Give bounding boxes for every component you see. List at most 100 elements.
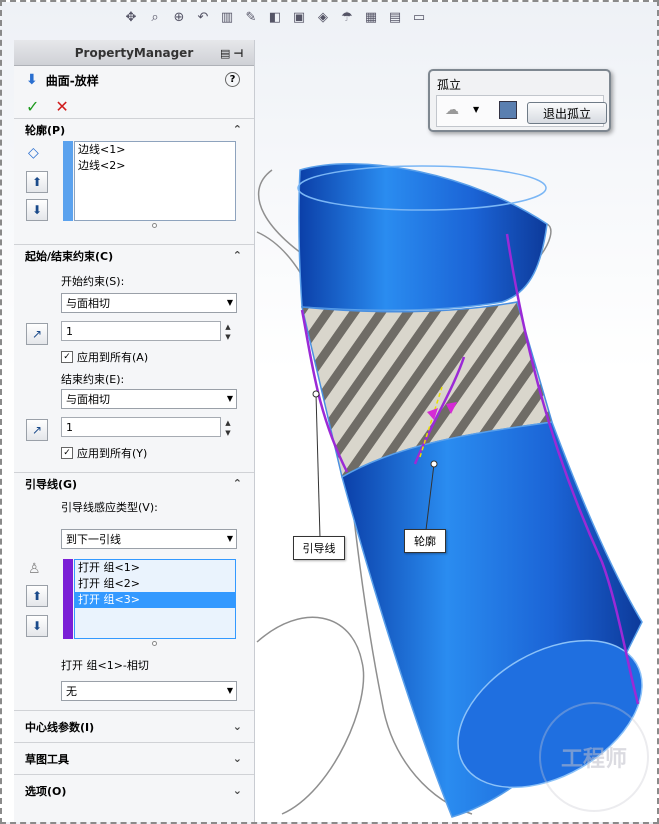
end-amount-field[interactable]: 1 ▲ ▼ bbox=[61, 417, 231, 437]
guide-selection-icon: ♙ bbox=[28, 561, 41, 577]
move-up-button[interactable]: ⬆ bbox=[26, 171, 48, 193]
callout-leader bbox=[315, 393, 321, 539]
profile-callout-label: 轮廓 bbox=[414, 535, 436, 548]
help-icon[interactable]: ? bbox=[225, 72, 240, 87]
start-constraint-select[interactable]: 与面相切 ▼ bbox=[61, 293, 237, 313]
upper-tube[interactable] bbox=[298, 163, 548, 312]
end-constraint-select[interactable]: 与面相切 ▼ bbox=[61, 389, 237, 409]
options-header-label: 选项(O) bbox=[25, 785, 67, 798]
centerline-section: 中心线参数(I) ⌄ bbox=[14, 710, 254, 742]
spinner-icon[interactable]: ▲ ▼ bbox=[222, 322, 234, 342]
guide-callout[interactable]: 引导线 bbox=[293, 536, 345, 560]
profiles-section: 轮廓(P) ⌃ ◇ ⬆ ⬇ 边线<1> 边线<2> bbox=[14, 118, 254, 244]
property-manager: PropertyManager ▤ ⊣ ⬇ 曲面-放样 ? ✓ ✕ 轮廓(P) ⌃… bbox=[14, 40, 255, 822]
chevron-down-icon[interactable]: ⌄ bbox=[233, 752, 242, 765]
chevron-down-icon[interactable]: ▼ bbox=[473, 105, 479, 114]
chevron-down-icon: ▼ bbox=[226, 298, 233, 307]
resize-handle[interactable] bbox=[152, 641, 157, 646]
sketch-tools-section: 草图工具 ⌄ bbox=[14, 742, 254, 774]
ok-button[interactable]: ✓ bbox=[26, 97, 39, 116]
spinner-icon[interactable]: ▲ ▼ bbox=[222, 418, 234, 438]
chevron-down-icon[interactable]: ⌄ bbox=[233, 720, 242, 733]
callout-anchor bbox=[430, 460, 438, 468]
checkbox-icon: ✓ bbox=[61, 351, 73, 363]
sketch-tools-header[interactable]: 草图工具 ⌄ bbox=[14, 743, 254, 775]
move-down-button[interactable]: ⬇ bbox=[26, 199, 48, 221]
arrow-down-icon: ⬇ bbox=[31, 203, 43, 217]
chevron-down-icon: ▼ bbox=[226, 534, 233, 543]
arrow-up-icon: ⬆ bbox=[31, 175, 43, 189]
guide-influence-value: 到下一引线 bbox=[66, 533, 121, 546]
centerline-header-label: 中心线参数(I) bbox=[25, 721, 95, 734]
guides-list[interactable]: 打开 组<1> 打开 组<2> 打开 组<3> bbox=[63, 559, 236, 639]
list-item-selected[interactable]: 打开 组<3> bbox=[75, 592, 235, 608]
guide-move-up-button[interactable]: ⬆ bbox=[26, 585, 48, 607]
isolate-toolbar: 孤立 ☁ ▼ 退出孤立 bbox=[428, 69, 611, 132]
start-apply-all-checkbox[interactable]: ✓ 应用到所有(A) bbox=[61, 349, 148, 365]
sketch-curve bbox=[256, 616, 365, 815]
display-mode-icon[interactable]: ☁ bbox=[445, 102, 459, 118]
arrow-up-icon: ⬆ bbox=[31, 589, 43, 603]
sketch-tools-header-label: 草图工具 bbox=[25, 753, 69, 766]
feature-header: ⬇ 曲面-放样 ? bbox=[14, 66, 254, 94]
list-item[interactable]: 打开 组<1> bbox=[75, 560, 235, 576]
end-direction-button[interactable]: ↗ bbox=[26, 419, 48, 441]
constraints-header[interactable]: 起始/结束约束(C) ⌃ bbox=[14, 245, 254, 267]
chevron-up-icon[interactable]: ⌃ bbox=[233, 249, 242, 262]
guide-influence-select[interactable]: 到下一引线 ▼ bbox=[61, 529, 237, 549]
guide-callout-label: 引导线 bbox=[302, 542, 336, 555]
resize-handle[interactable] bbox=[152, 223, 157, 228]
watermark-text: 工程师 bbox=[560, 747, 627, 772]
profiles-color-bar bbox=[63, 141, 73, 221]
direction-arrow-icon: ↗ bbox=[31, 327, 43, 341]
options-section: 选项(O) ⌄ bbox=[14, 774, 254, 806]
start-constraint-value: 与面相切 bbox=[66, 297, 110, 310]
checkbox-icon: ✓ bbox=[61, 447, 73, 459]
guide-tangent-select[interactable]: 无 ▼ bbox=[61, 681, 237, 701]
exit-isolate-button[interactable]: 退出孤立 bbox=[527, 102, 607, 124]
list-item[interactable]: 边线<2> bbox=[75, 158, 235, 174]
centerline-header[interactable]: 中心线参数(I) ⌄ bbox=[14, 711, 254, 743]
profiles-header[interactable]: 轮廓(P) ⌃ bbox=[14, 119, 254, 141]
start-amount-field[interactable]: 1 ▲ ▼ bbox=[61, 321, 231, 341]
start-apply-all-label: 应用到所有(A) bbox=[77, 351, 149, 364]
pm-title-bar: PropertyManager ▤ ⊣ bbox=[14, 40, 254, 66]
list-item[interactable]: 打开 组<2> bbox=[75, 576, 235, 592]
save-icon[interactable] bbox=[499, 101, 517, 119]
loft-surface-icon: ⬇ bbox=[26, 72, 38, 88]
profiles-list[interactable]: 边线<1> 边线<2> bbox=[63, 141, 236, 221]
guides-header[interactable]: 引导线(G) ⌃ bbox=[14, 473, 254, 495]
ok-cancel-row: ✓ ✕ bbox=[14, 94, 254, 118]
profile-selection-icon: ◇ bbox=[28, 145, 39, 161]
watermark: 工程师 bbox=[539, 702, 649, 812]
direction-arrow-icon: ↗ bbox=[31, 423, 43, 437]
cancel-button[interactable]: ✕ bbox=[55, 97, 68, 116]
end-apply-all-label: 应用到所有(Y) bbox=[77, 447, 148, 460]
end-apply-all-checkbox[interactable]: ✓ 应用到所有(Y) bbox=[61, 445, 147, 461]
chevron-down-icon: ▼ bbox=[226, 686, 233, 695]
isolate-controls: ☁ ▼ 退出孤立 bbox=[436, 95, 607, 127]
list-item[interactable]: 边线<1> bbox=[75, 142, 235, 158]
guides-header-label: 引导线(G) bbox=[25, 478, 78, 491]
feature-name: 曲面-放样 bbox=[45, 73, 99, 88]
chevron-down-icon[interactable]: ⌄ bbox=[233, 784, 242, 797]
chevron-up-icon[interactable]: ⌃ bbox=[233, 123, 242, 136]
chevron-up-icon[interactable]: ⌃ bbox=[233, 477, 242, 490]
pin-icon[interactable]: ⊣ bbox=[233, 47, 243, 60]
guide-move-down-button[interactable]: ⬇ bbox=[26, 615, 48, 637]
cad-window: ✥ ⌕ ⊕ ↶ ▥ ✎ ◧ ▣ ◈ ☂ ▦ ▤ ▭ 引导线 轮廓 孤立 ☁ ▼ … bbox=[0, 0, 659, 824]
start-amount-value: 1 bbox=[66, 324, 73, 338]
guides-section: 引导线(G) ⌃ 引导线感应类型(V): 到下一引线 ▼ ♙ ⬆ ⬇ 打开 组<1>… bbox=[14, 472, 254, 710]
end-amount-value: 1 bbox=[66, 420, 73, 434]
start-direction-button[interactable]: ↗ bbox=[26, 323, 48, 345]
guide-tangent-label: 打开 组<1>-相切 bbox=[61, 659, 149, 672]
constraints-section: 起始/结束约束(C) ⌃ 开始约束(S): 与面相切 ▼ ↗ 1 ▲ ▼ ✓ 应用到所有(… bbox=[14, 244, 254, 472]
pm-pin-controls: ▤ ⊣ bbox=[220, 45, 250, 61]
profile-callout[interactable]: 轮廓 bbox=[404, 529, 446, 553]
dock-icon[interactable]: ▤ bbox=[220, 47, 230, 60]
arrow-down-icon: ⬇ bbox=[31, 619, 43, 633]
start-constraint-label: 开始约束(S): bbox=[61, 275, 125, 288]
options-header[interactable]: 选项(O) ⌄ bbox=[14, 775, 254, 807]
guide-influence-label: 引导线感应类型(V): bbox=[61, 501, 158, 514]
exit-isolate-label: 退出孤立 bbox=[542, 106, 591, 121]
